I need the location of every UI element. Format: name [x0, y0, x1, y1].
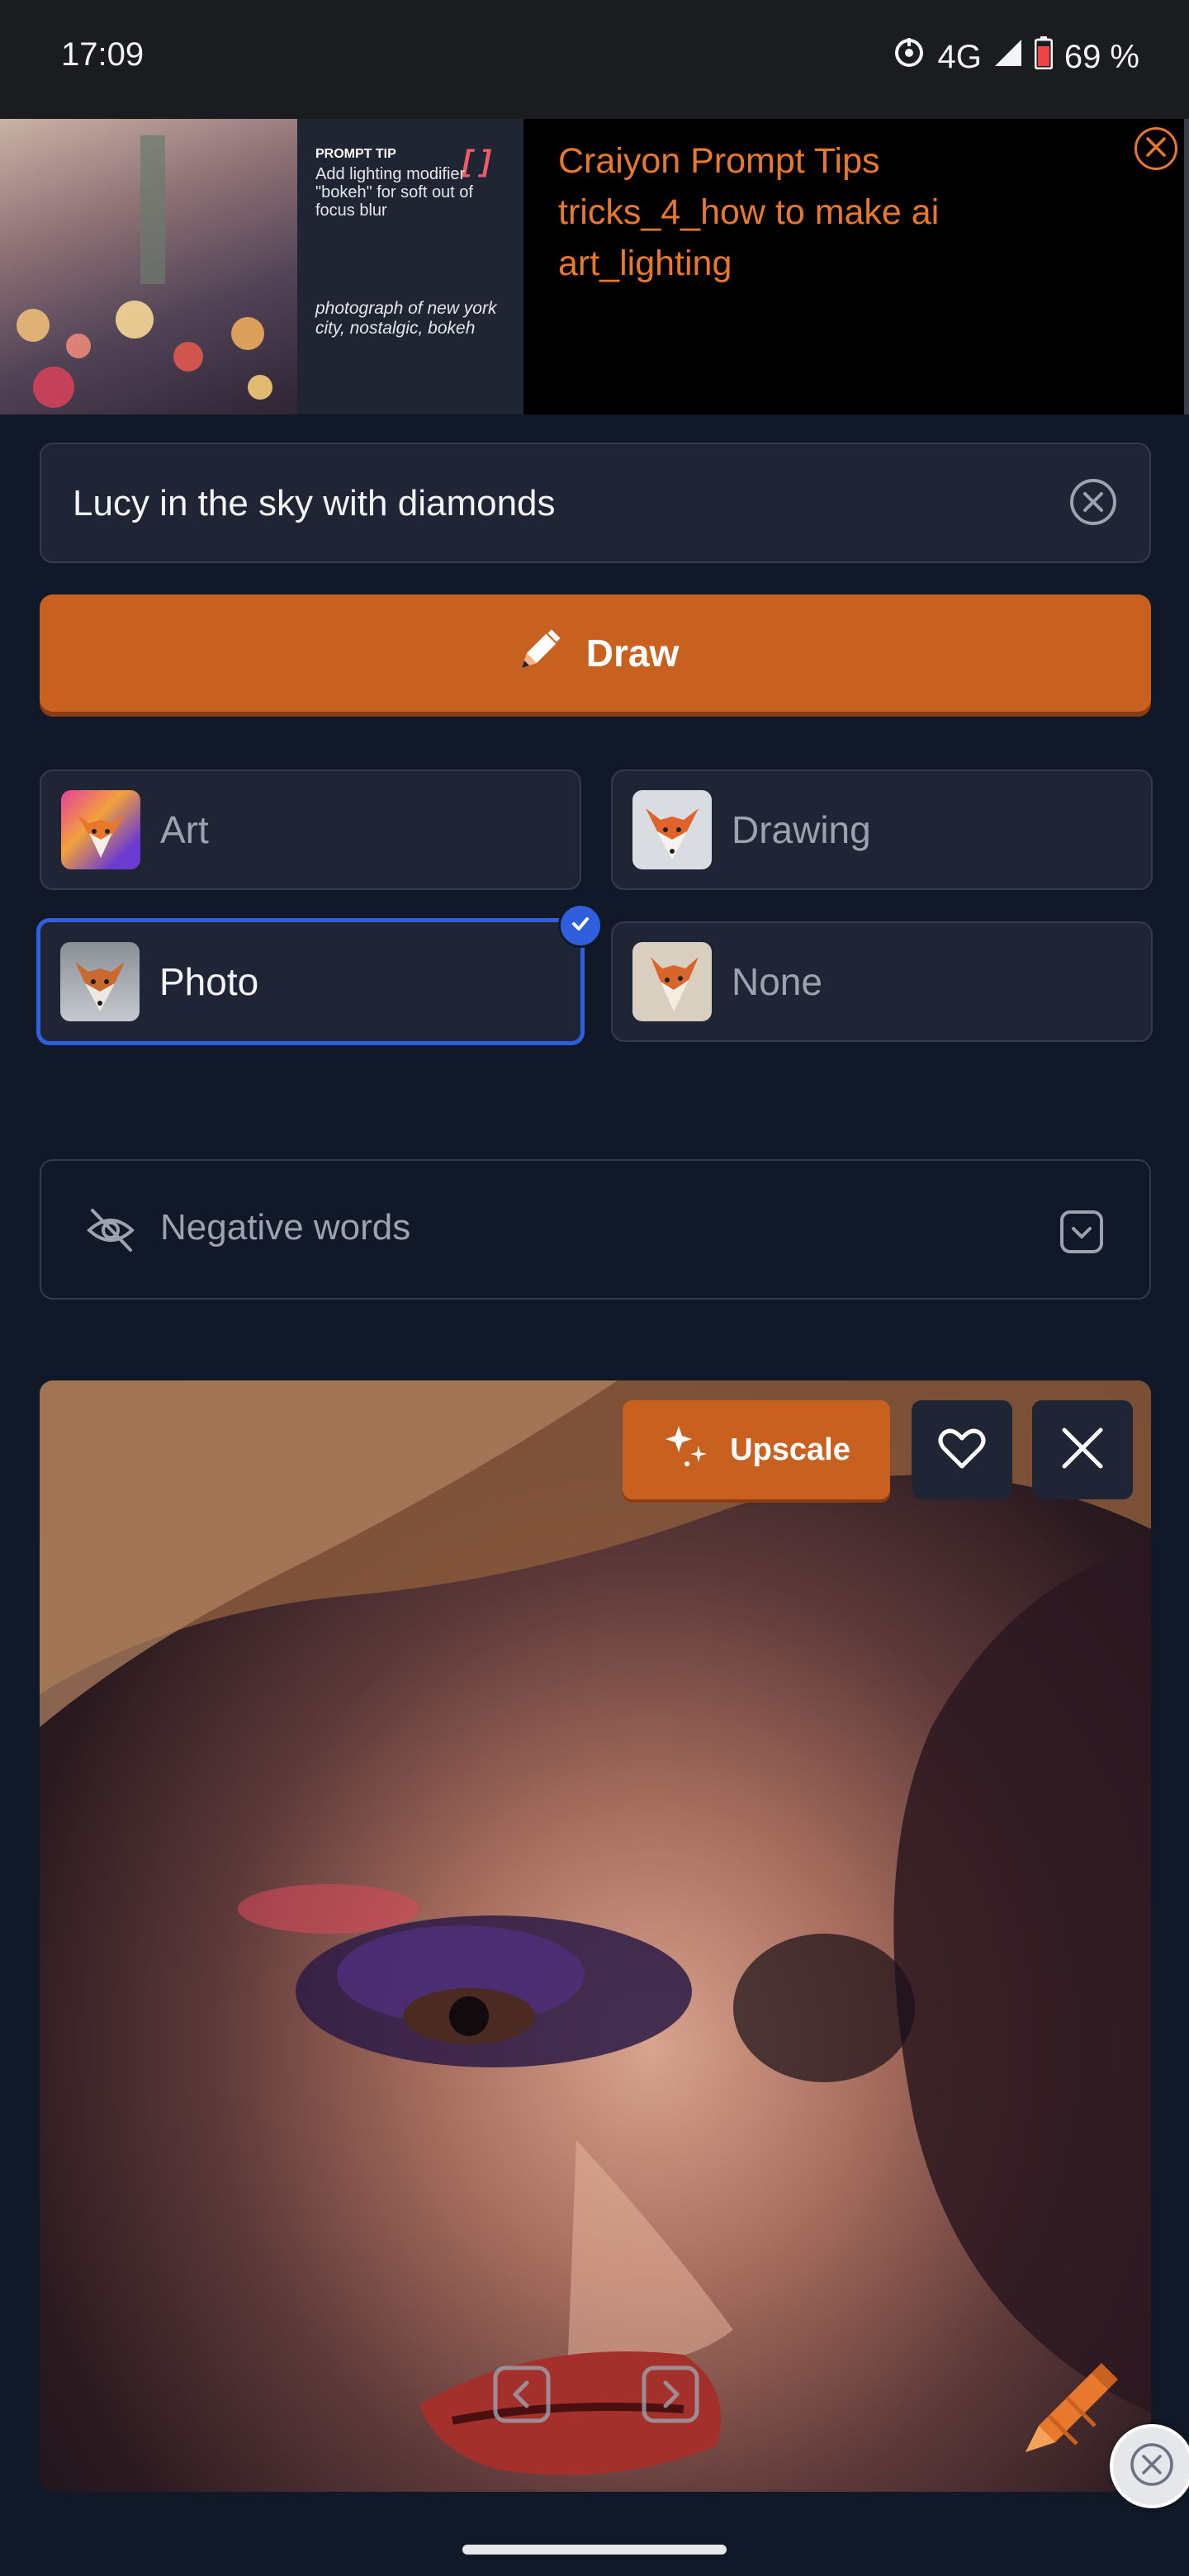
draw-label: Draw: [585, 632, 680, 675]
checkmark-icon: [571, 914, 590, 938]
floating-close-button[interactable]: [1110, 2424, 1189, 2508]
crayon-logo-icon: [1009, 2345, 1125, 2465]
eye-slash-icon: [84, 1204, 137, 1261]
tip-body: Add lighting modifier "bokeh" for soft o…: [315, 165, 473, 220]
sync-icon: [893, 36, 926, 78]
art-fox-thumbnail: [61, 790, 140, 869]
ad-scrollbar: [1184, 119, 1189, 414]
battery-level: 69 %: [1063, 38, 1139, 75]
ad-prompt-tip: PROMPT TIP [ ] Add lighting modifier "bo…: [297, 119, 523, 414]
sparkles-icon: [662, 1421, 712, 1479]
favorite-button[interactable]: [912, 1400, 1012, 1499]
style-option-drawing[interactable]: Drawing: [611, 769, 1153, 890]
status-time: 17:09: [61, 36, 144, 73]
style-label-art: Art: [160, 808, 209, 851]
pencil-icon: [512, 620, 570, 687]
prompt-field[interactable]: [40, 443, 1151, 563]
ad-banner[interactable]: PROMPT TIP [ ] Add lighting modifier "bo…: [0, 119, 1189, 414]
battery-icon: [1034, 36, 1054, 78]
next-image-button[interactable]: [641, 2365, 700, 2428]
status-indicators: 4G 69 %: [893, 36, 1139, 78]
heart-icon: [937, 1425, 987, 1475]
close-result-button[interactable]: [1032, 1400, 1133, 1499]
upscale-button[interactable]: Upscale: [623, 1400, 890, 1499]
chevron-right-icon: [641, 2365, 700, 2427]
draw-button[interactable]: Draw: [40, 594, 1151, 712]
home-indicator[interactable]: [462, 2545, 727, 2555]
tip-example: photograph of new york city, nostalgic, …: [315, 299, 497, 338]
previous-image-button[interactable]: [492, 2365, 552, 2428]
upscale-label: Upscale: [730, 1432, 850, 1467]
style-label-none: None: [732, 960, 822, 1003]
clear-prompt-button[interactable]: [1068, 477, 1118, 527]
style-label-drawing: Drawing: [732, 808, 871, 851]
chevron-left-icon: [492, 2365, 552, 2427]
style-label-photo: Photo: [159, 960, 259, 1003]
style-option-photo[interactable]: Photo: [36, 918, 585, 1045]
generated-image[interactable]: [40, 1380, 1151, 2492]
drawing-fox-thumbnail: [632, 790, 712, 869]
network-type: 4G: [937, 38, 982, 75]
ad-close-button[interactable]: [1135, 127, 1177, 170]
signal-icon: [993, 38, 1023, 76]
prompt-input[interactable]: [71, 444, 1049, 563]
tip-title: PROMPT TIP: [315, 147, 396, 161]
close-icon: [1059, 1425, 1106, 1475]
clear-icon: [1068, 479, 1118, 530]
ad-city-image: [0, 119, 297, 414]
negative-words-toggle[interactable]: Negative words: [40, 1159, 1151, 1300]
style-option-none[interactable]: None: [611, 921, 1153, 1042]
chevron-down-icon: [1059, 1209, 1105, 1259]
status-bar: 17:09 4G 69 %: [0, 0, 1189, 119]
none-fox-thumbnail: [632, 942, 712, 1021]
close-icon: [1145, 136, 1167, 162]
close-icon: [1127, 2440, 1177, 2493]
selected-check-badge: [558, 903, 603, 948]
style-option-art[interactable]: Art: [40, 769, 581, 890]
photo-fox-thumbnail: [60, 942, 140, 1021]
negative-words-label: Negative words: [160, 1207, 411, 1248]
ad-headline[interactable]: Craiyon Prompt Tips tricks_4_how to make…: [558, 135, 1070, 289]
